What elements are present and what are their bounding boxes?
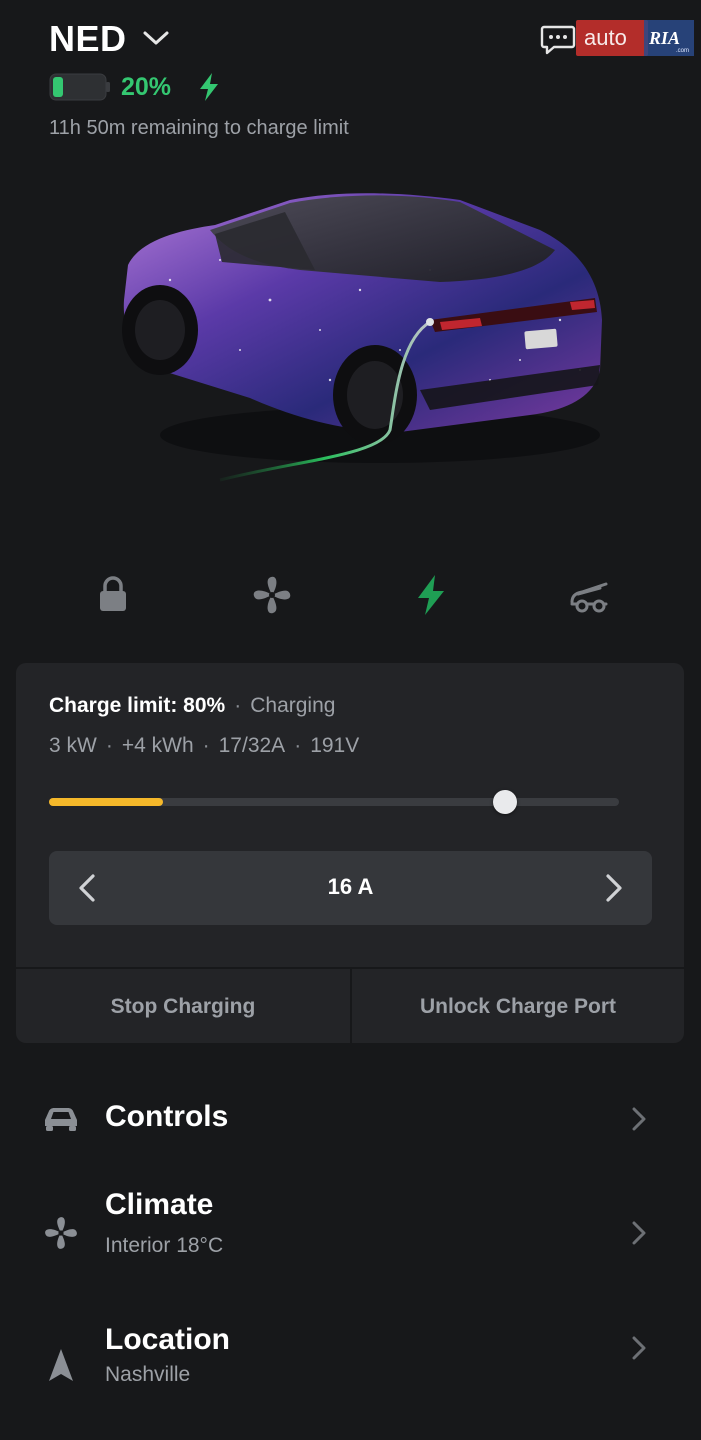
- charge-limit-slider[interactable]: [49, 798, 619, 806]
- menu-title-location: Location: [105, 1323, 230, 1356]
- vehicle-name[interactable]: NED: [49, 18, 127, 60]
- watermark-logo: auto RIA .com: [576, 20, 694, 56]
- chevron-right-icon[interactable]: [596, 871, 630, 905]
- charge-limit-label: Charge limit: 80%: [49, 694, 226, 717]
- chevron-right-icon: [632, 1336, 646, 1360]
- charge-current-value: 16 A: [327, 874, 374, 899]
- stop-charging-button[interactable]: Stop Charging: [16, 969, 352, 1043]
- charging-card: Charge limit: 80% · Charging 3 kW · +4 kWh · 1…: [16, 663, 684, 1043]
- menu-item-controls[interactable]: Controls: [0, 1080, 701, 1160]
- watermark-auto-text: auto: [584, 25, 627, 50]
- menu-title-climate: Climate: [105, 1188, 214, 1221]
- charge-actions: Stop Charging Unlock Charge Port: [16, 967, 684, 1043]
- menu-item-climate[interactable]: Climate Interior 18°C: [0, 1180, 701, 1290]
- battery-icon: [49, 73, 110, 101]
- chevron-right-icon: [632, 1107, 646, 1131]
- energy-added: +4 kWh: [121, 734, 194, 757]
- charge-limit-line: Charge limit: 80% · Charging: [49, 694, 336, 717]
- current-charge-fill: [49, 798, 163, 806]
- menu-subtitle-location: Nashville: [105, 1363, 191, 1386]
- charging-status: Charging: [250, 694, 336, 717]
- charge-limit-thumb[interactable]: [493, 790, 517, 814]
- bolt-icon[interactable]: [408, 572, 454, 618]
- location-arrow-icon: [49, 1349, 73, 1381]
- current-amps: 17/32A: [218, 734, 286, 757]
- watermark-sub-text: .com: [676, 48, 690, 54]
- charge-remaining-text: 11h 50m remaining to charge limit: [49, 117, 349, 139]
- voltage: 191V: [310, 734, 360, 757]
- charging-stats: 3 kW · +4 kWh · 17/32A · 191V: [49, 734, 360, 757]
- menu-title-controls: Controls: [105, 1100, 229, 1133]
- watermark-ria-text: RIA: [649, 28, 681, 48]
- car-icon: [45, 1108, 77, 1131]
- menu-subtitle-climate: Interior 18°C: [105, 1234, 224, 1257]
- chevron-right-icon: [632, 1221, 646, 1245]
- charging-bolt-icon: [200, 73, 218, 101]
- fan-icon[interactable]: [249, 572, 295, 618]
- fan-icon: [45, 1217, 77, 1249]
- charge-current-stepper: 16 A: [49, 851, 652, 925]
- unlock-charge-port-button[interactable]: Unlock Charge Port: [352, 969, 684, 1043]
- message-icon[interactable]: [540, 24, 576, 56]
- vehicle-image: [122, 193, 602, 482]
- trunk-icon[interactable]: [566, 572, 612, 618]
- chevron-down-icon[interactable]: [142, 28, 170, 48]
- charge-rate: 3 kW: [49, 734, 97, 757]
- battery-percent: 20%: [121, 73, 172, 101]
- menu-item-location[interactable]: Location Nashville: [0, 1315, 701, 1425]
- lock-icon[interactable]: [90, 572, 136, 618]
